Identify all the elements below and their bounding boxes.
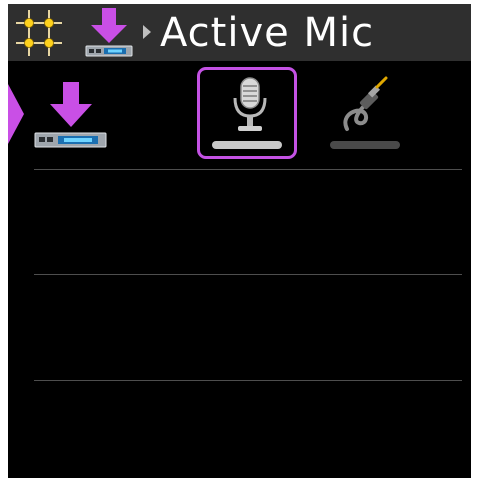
microphone-icon (233, 77, 267, 131)
crosshair-grid-icon[interactable] (16, 10, 62, 56)
page-title: Active Mic (160, 10, 375, 56)
row-divider (34, 380, 462, 381)
device-download-icon[interactable] (82, 8, 136, 58)
audio-cable-icon (343, 76, 388, 131)
screen: Active Mic (8, 4, 471, 478)
device-download-icon (34, 82, 107, 148)
option-microphone[interactable] (197, 67, 297, 159)
row-divider (34, 169, 462, 170)
header-bar: Active Mic (8, 4, 471, 61)
option-cable[interactable] (315, 67, 415, 159)
chevron-right-icon (143, 25, 151, 39)
row-divider (34, 274, 462, 275)
selected-row-marker-icon (8, 84, 24, 144)
option-indicator-bar (330, 141, 400, 149)
option-indicator-bar (212, 141, 282, 149)
